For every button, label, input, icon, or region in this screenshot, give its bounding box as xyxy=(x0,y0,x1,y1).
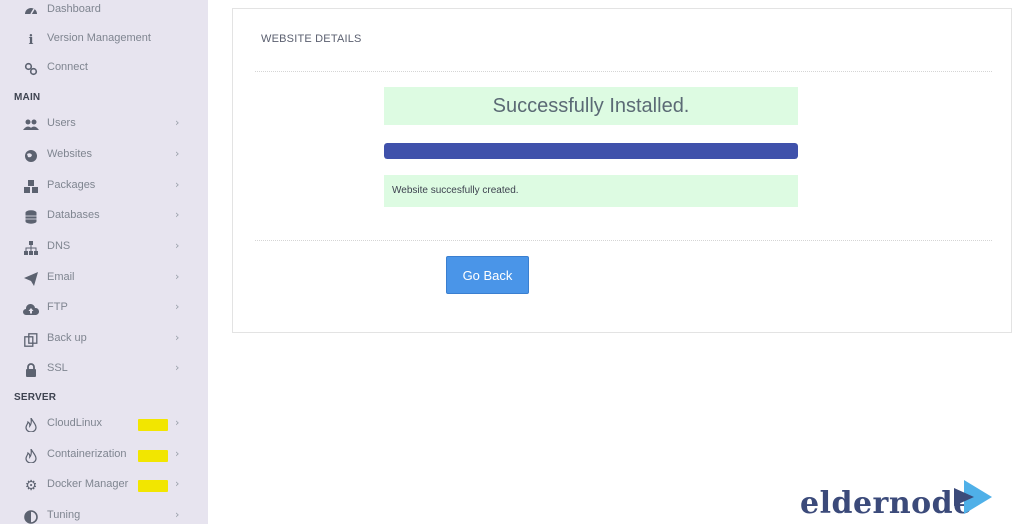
sidebar-item-label: DNS xyxy=(47,240,71,252)
users-icon xyxy=(22,116,40,134)
chevron-right-icon: › xyxy=(175,239,180,252)
sitemap-icon xyxy=(22,239,40,257)
sidebar-item-label: Websites xyxy=(47,148,93,160)
database-icon xyxy=(22,208,40,226)
go-back-button[interactable]: Go Back xyxy=(446,256,529,294)
info-icon: i xyxy=(28,32,34,48)
sidebar-item-label: Containerization xyxy=(47,448,127,460)
cloud-upload-icon xyxy=(22,300,40,318)
sidebar-item-tuning[interactable]: Tuning › xyxy=(0,504,208,530)
highlight-badge xyxy=(138,450,168,462)
section-title-server: SERVER xyxy=(14,392,57,403)
sidebar-item-label: Email xyxy=(47,271,75,283)
lock-icon xyxy=(22,361,40,379)
success-message: Successfully Installed. xyxy=(384,87,798,125)
logo-text: eldernode xyxy=(800,486,973,521)
paper-plane-icon xyxy=(22,270,40,288)
eldernode-logo: eldernode xyxy=(800,478,1000,522)
sidebar-item-version-management[interactable]: i Version Management xyxy=(0,27,208,53)
chevron-right-icon: › xyxy=(175,178,180,191)
fire-icon xyxy=(22,447,40,465)
sidebar-item-label: FTP xyxy=(47,301,68,313)
sidebar-item-docker-manager[interactable]: ⚙ Docker Manager › xyxy=(0,473,208,499)
chevron-right-icon: › xyxy=(175,361,180,374)
divider xyxy=(255,71,992,72)
sidebar-item-websites[interactable]: Websites › xyxy=(0,143,208,169)
sidebar-item-backup[interactable]: Back up › xyxy=(0,327,208,353)
sidebar-item-label: Back up xyxy=(47,332,87,344)
chevron-right-icon: › xyxy=(175,508,180,521)
sidebar-item-users[interactable]: Users › xyxy=(0,112,208,138)
sidebar: Dashboard i Version Management Connect M… xyxy=(0,0,208,524)
sidebar-item-label: Packages xyxy=(47,179,96,191)
sidebar-item-label: SSL xyxy=(47,362,68,374)
chevron-right-icon: › xyxy=(175,208,180,221)
sidebar-item-label: Dashboard xyxy=(47,3,101,15)
sidebar-item-label: Version Management xyxy=(47,32,151,44)
chevron-right-icon: › xyxy=(175,147,180,160)
adjust-icon xyxy=(22,508,40,526)
highlight-badge xyxy=(138,419,168,431)
sidebar-item-containerization[interactable]: Containerization › xyxy=(0,443,208,469)
dashboard-icon xyxy=(22,2,40,20)
copy-icon xyxy=(22,331,40,349)
sidebar-item-ftp[interactable]: FTP › xyxy=(0,296,208,322)
chevron-right-icon: › xyxy=(175,416,180,429)
sidebar-item-ssl[interactable]: SSL › xyxy=(0,357,208,383)
chevron-right-icon: › xyxy=(175,270,180,283)
sidebar-item-packages[interactable]: Packages › xyxy=(0,174,208,200)
sidebar-item-dashboard[interactable]: Dashboard xyxy=(0,0,208,24)
chevron-right-icon: › xyxy=(175,300,180,313)
sidebar-item-email[interactable]: Email › xyxy=(0,266,208,292)
sidebar-item-dns[interactable]: DNS › xyxy=(0,235,208,261)
gears-icon: ⚙ xyxy=(24,478,38,494)
sidebar-item-label: Connect xyxy=(47,61,88,73)
sidebar-item-label: CloudLinux xyxy=(47,417,103,429)
status-message: Website succesfully created. xyxy=(384,175,798,207)
progress-bar-fill xyxy=(384,143,798,159)
sidebar-item-databases[interactable]: Databases › xyxy=(0,204,208,230)
divider xyxy=(255,240,992,241)
sidebar-item-label: Tuning xyxy=(47,509,81,521)
sidebar-item-label: Docker Manager xyxy=(47,478,129,490)
highlight-badge xyxy=(138,480,168,492)
sidebar-item-connect[interactable]: Connect xyxy=(0,56,208,82)
panel-title: WEBSITE DETAILS xyxy=(261,33,362,45)
logo-arrow-icon xyxy=(954,480,992,514)
sidebar-item-cloudlinux[interactable]: CloudLinux › xyxy=(0,412,208,438)
sidebar-item-label: Databases xyxy=(47,209,100,221)
section-title-main: MAIN xyxy=(14,92,41,103)
chevron-right-icon: › xyxy=(175,477,180,490)
globe-icon xyxy=(22,147,40,165)
chevron-right-icon: › xyxy=(175,331,180,344)
fire-icon xyxy=(22,416,40,434)
link-icon xyxy=(22,60,40,78)
website-details-panel: WEBSITE DETAILS Successfully Installed. … xyxy=(232,8,1012,333)
chevron-right-icon: › xyxy=(175,116,180,129)
sidebar-item-label: Users xyxy=(47,117,76,129)
chevron-right-icon: › xyxy=(175,447,180,460)
cubes-icon xyxy=(22,178,40,196)
install-progress-bar xyxy=(384,143,798,159)
